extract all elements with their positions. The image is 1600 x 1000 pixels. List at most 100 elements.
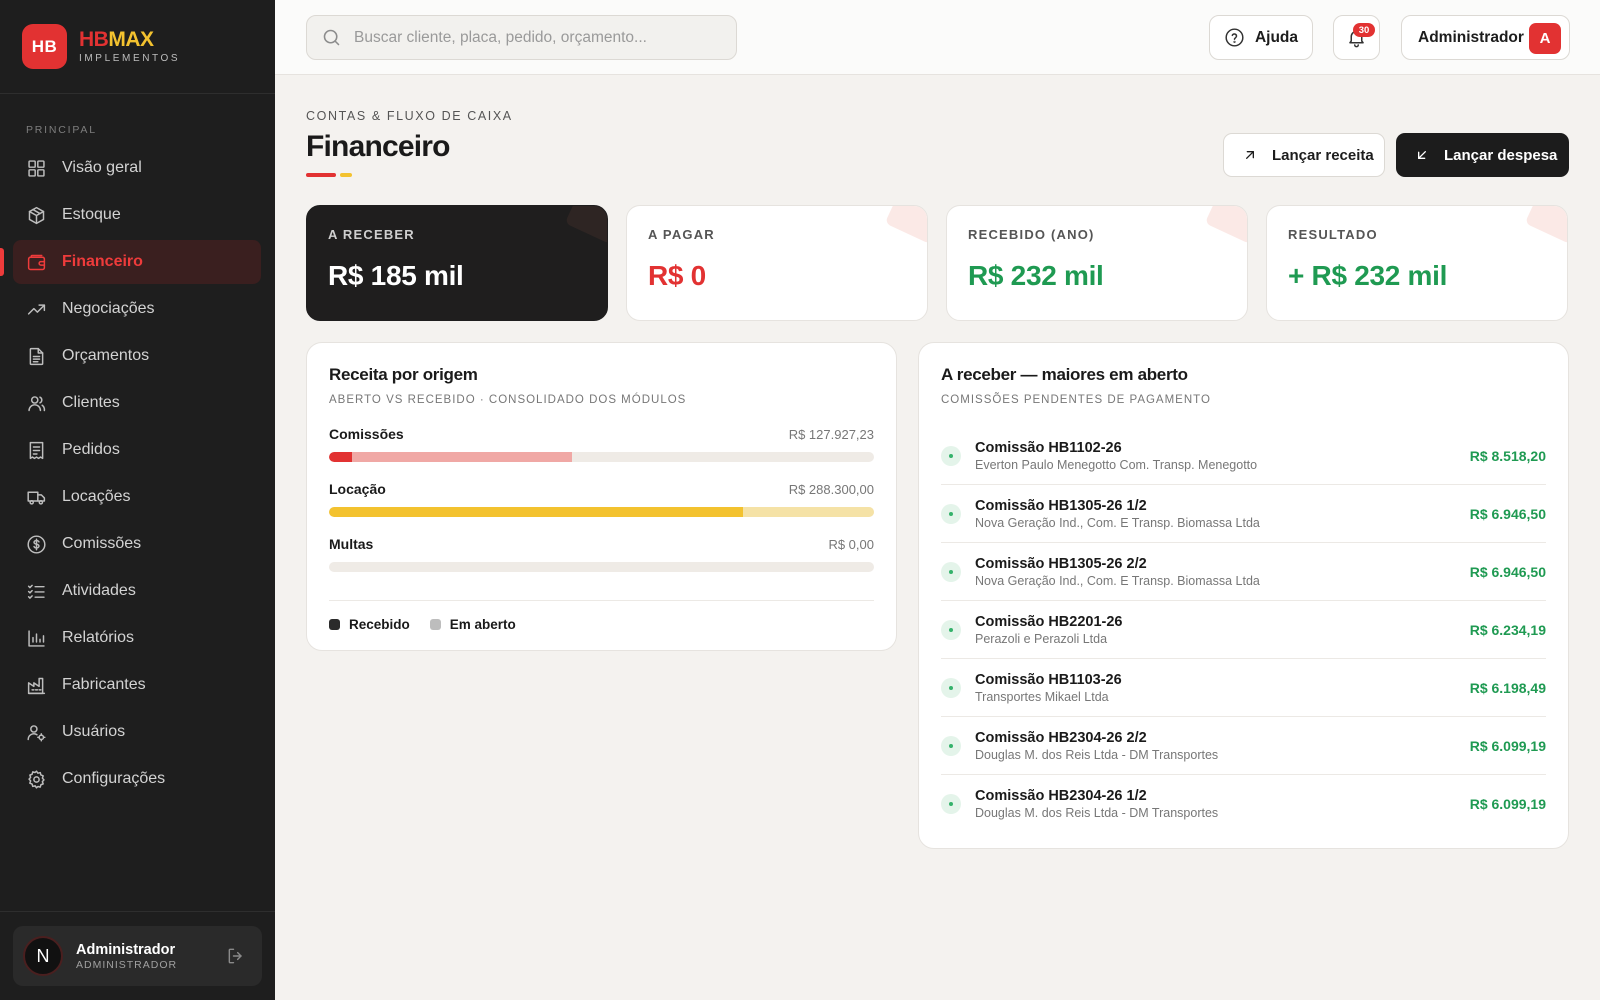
account-name: Administrador bbox=[1418, 28, 1524, 46]
sidebar-item-bar-chart[interactable]: Relatórios bbox=[13, 616, 261, 660]
search-box[interactable] bbox=[306, 15, 737, 60]
logout-icon[interactable] bbox=[226, 946, 246, 966]
status-dot-icon bbox=[941, 503, 961, 524]
users-icon bbox=[28, 395, 46, 411]
amount-value: R$ 8.518,20 bbox=[1469, 447, 1546, 464]
help-label: Ajuda bbox=[1254, 28, 1299, 46]
user-cog-icon bbox=[27, 724, 46, 742]
sidebar-item-label: Comissões bbox=[62, 535, 142, 552]
kpi-card[interactable]: RESULTADO + R$ 232 mil bbox=[1266, 205, 1568, 321]
list-item[interactable]: Comissão HB1305-26 1/2 Nova Geração Ind.,… bbox=[941, 485, 1546, 543]
add-revenue-button[interactable]: Lançar receita bbox=[1223, 133, 1385, 177]
open-bar bbox=[329, 452, 572, 462]
received-bar bbox=[329, 507, 744, 517]
receipt-icon bbox=[29, 441, 44, 459]
sidebar-item-list-checks[interactable]: Atividades bbox=[13, 569, 261, 613]
amount-value: R$ 6.099,19 bbox=[1469, 737, 1546, 754]
sidebar-item-gear[interactable]: Configurações bbox=[13, 757, 261, 801]
kpi-card[interactable]: A PAGAR R$ 0 bbox=[626, 205, 928, 321]
commission-name: Comissão HB1103-26 bbox=[975, 671, 1122, 688]
sidebar-item-trending-up[interactable]: Negociações bbox=[13, 287, 261, 331]
receivables-list: Comissão HB1102-26 Everton Paulo Menegott… bbox=[941, 427, 1546, 833]
sidebar-item-label: Orçamentos bbox=[62, 347, 150, 364]
user-profile[interactable]: N Administrador ADMINISTRADOR bbox=[13, 926, 262, 986]
dollar-circle-icon bbox=[27, 534, 46, 554]
brand[interactable]: HB HBMAX IMPLEMENTOS bbox=[0, 0, 275, 94]
kpi-card[interactable]: RECEBIDO (ANO) R$ 232 mil bbox=[946, 205, 1248, 321]
sidebar-item-label: Usuários bbox=[62, 723, 126, 740]
help-button[interactable]: Ajuda bbox=[1209, 15, 1313, 60]
amount-value: R$ 6.198,49 bbox=[1469, 679, 1546, 696]
search-icon bbox=[323, 29, 340, 46]
origin-bar-track bbox=[329, 562, 874, 572]
status-dot-icon bbox=[941, 561, 961, 582]
sidebar-item-file-text[interactable]: Orçamentos bbox=[13, 334, 261, 378]
kpi-value: R$ 232 mil bbox=[968, 260, 1104, 291]
amount-value: R$ 6.946,50 bbox=[1469, 505, 1546, 522]
sidebar-item-factory[interactable]: Fabricantes bbox=[13, 663, 261, 707]
origin-label: Multas bbox=[329, 536, 374, 552]
factory-icon bbox=[27, 677, 46, 694]
status-dot-icon bbox=[941, 445, 961, 466]
grid-icon bbox=[28, 159, 45, 177]
received-bar bbox=[329, 452, 353, 462]
card-subtitle: COMISSÕES PENDENTES DE PAGAMENTO bbox=[941, 394, 1211, 406]
add-expense-button[interactable]: Lançar despesa bbox=[1396, 133, 1569, 177]
sidebar-item-dollar-circle[interactable]: Comissões bbox=[13, 522, 261, 566]
user-name: Administrador bbox=[76, 941, 176, 958]
kpi-value: + R$ 232 mil bbox=[1288, 260, 1448, 291]
amount-value: R$ 6.234,19 bbox=[1469, 621, 1546, 638]
sidebar-item-box[interactable]: Estoque bbox=[13, 193, 261, 237]
chart-legend: Recebido Em aberto bbox=[329, 600, 874, 632]
account-menu-button[interactable]: Administrador A bbox=[1401, 15, 1570, 60]
sidebar-item-wallet[interactable]: Financeiro bbox=[0, 240, 261, 284]
status-dot-icon bbox=[941, 794, 961, 814]
client-name: Douglas M. dos Reis Ltda - DM Transporte… bbox=[975, 747, 1219, 762]
gear-icon bbox=[28, 769, 45, 789]
page-title: Financeiro bbox=[306, 130, 451, 163]
sidebar-item-label: Negociações bbox=[62, 300, 155, 317]
sidebar-item-truck[interactable]: Locações bbox=[13, 475, 261, 519]
sidebar-item-label: Fabricantes bbox=[62, 676, 146, 693]
sidebar-item-grid[interactable]: Visão geral bbox=[13, 146, 261, 190]
kpi-label: A RECEBER bbox=[328, 227, 415, 242]
origin-bar-track bbox=[329, 452, 874, 462]
amount-value: R$ 6.946,50 bbox=[1469, 563, 1546, 580]
legend-swatch bbox=[329, 619, 340, 630]
notifications-button[interactable]: 30 bbox=[1333, 15, 1380, 60]
origin-row: Locação R$ 288.300,00 bbox=[329, 481, 874, 517]
kpi-value: R$ 0 bbox=[648, 260, 706, 291]
list-item[interactable]: Comissão HB2304-26 1/2 Douglas M. dos Rei… bbox=[941, 775, 1546, 833]
list-item[interactable]: Comissão HB1103-26 Transportes Mikael Ltd… bbox=[941, 659, 1546, 717]
kpi-card[interactable]: A RECEBER R$ 185 mil bbox=[306, 205, 608, 321]
card-subtitle: ABERTO VS RECEBIDO · CONSOLIDADO DOS MÓD… bbox=[329, 394, 687, 406]
list-item[interactable]: Comissão HB2201-26 Perazoli e Perazoli Lt… bbox=[941, 601, 1546, 659]
list-checks-icon bbox=[27, 584, 45, 599]
commission-name: Comissão HB2304-26 2/2 bbox=[975, 729, 1147, 746]
arrow-down-left-icon bbox=[1418, 151, 1426, 159]
avatar: N bbox=[23, 936, 63, 976]
sidebar: HB HBMAX IMPLEMENTOS PRINCIPAL Visão ger… bbox=[0, 0, 275, 1000]
truck-icon bbox=[27, 491, 46, 505]
sidebar-item-user-cog[interactable]: Usuários bbox=[13, 710, 261, 754]
sidebar-item-label: Clientes bbox=[62, 394, 120, 411]
list-item[interactable]: Comissão HB1305-26 2/2 Nova Geração Ind.,… bbox=[941, 543, 1546, 601]
origin-bar-track bbox=[329, 507, 874, 517]
list-item[interactable]: Comissão HB2304-26 2/2 Douglas M. dos Rei… bbox=[941, 717, 1546, 775]
sidebar-nav: Visão geral Estoque Financeiro Negociações O… bbox=[0, 146, 275, 801]
brand-name: HBMAX bbox=[79, 28, 154, 51]
kpi-value: R$ 185 mil bbox=[328, 260, 464, 291]
origin-amount: R$ 288.300,00 bbox=[788, 482, 874, 497]
sidebar-item-label: Configurações bbox=[62, 770, 166, 787]
sidebar-item-receipt[interactable]: Pedidos bbox=[13, 428, 261, 472]
search-input[interactable] bbox=[354, 28, 714, 47]
list-item[interactable]: Comissão HB1102-26 Everton Paulo Menegott… bbox=[941, 427, 1546, 485]
sidebar-item-label: Relatórios bbox=[62, 629, 135, 646]
sidebar-item-users[interactable]: Clientes bbox=[13, 381, 261, 425]
revenue-by-origin-card: Receita por origem ABERTO VS RECEBIDO · … bbox=[306, 342, 897, 651]
kpi-label: RECEBIDO (ANO) bbox=[968, 227, 1095, 242]
commission-name: Comissão HB2304-26 1/2 bbox=[975, 788, 1147, 804]
legend-item: Em aberto bbox=[429, 617, 516, 632]
kpi-label: RESULTADO bbox=[1288, 227, 1378, 242]
box-icon bbox=[28, 206, 45, 224]
